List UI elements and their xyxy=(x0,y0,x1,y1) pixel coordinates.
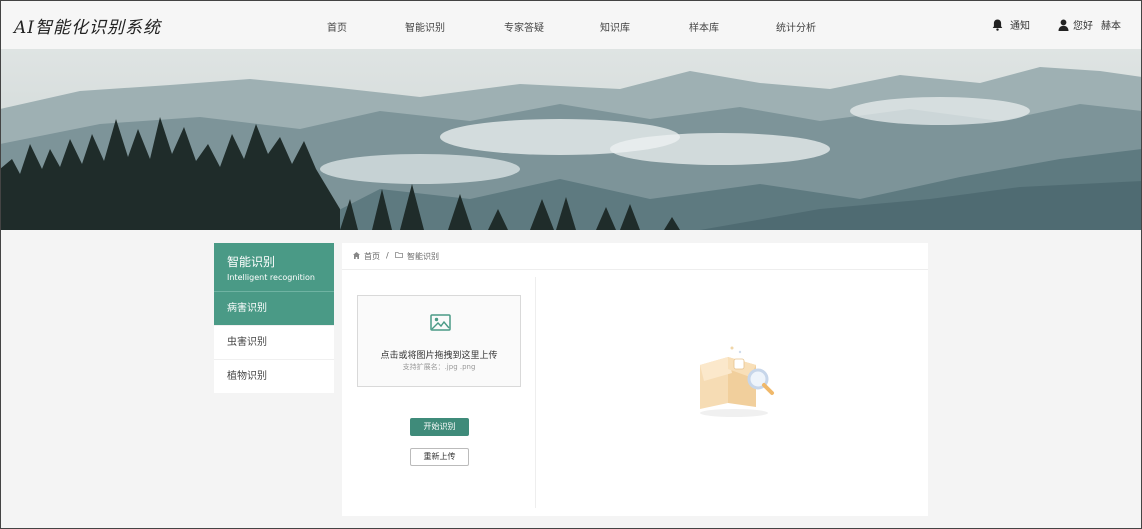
sidebar-item-plant-recognition[interactable]: 植物识别 xyxy=(214,359,334,393)
image-icon xyxy=(430,314,451,331)
folder-icon xyxy=(395,252,403,258)
user-icon xyxy=(1058,19,1069,31)
breadcrumb-home[interactable]: 首页 xyxy=(364,251,380,262)
breadcrumb-current: 智能识别 xyxy=(407,252,439,261)
sidebar-title: 智能识别 xyxy=(227,255,276,269)
upload-instruction: 点击或将图片拖拽到这里上传 xyxy=(380,351,498,361)
sidebar-item-pest-recognition[interactable]: 虫害识别 xyxy=(214,325,334,359)
mountain-landscape-image xyxy=(0,49,1142,230)
recognition-panel: 首页 / 智能识别 点击或将图片拖拽到这里上传 支持扩展名：.jpg .png … xyxy=(342,243,928,516)
nav-item-smart-recognition[interactable]: 智能识别 xyxy=(405,19,445,34)
panel-divider xyxy=(535,277,536,508)
main-nav: 首页 智能识别 专家答疑 知识库 样本库 统计分析 xyxy=(0,19,1142,35)
nav-item-home[interactable]: 首页 xyxy=(327,19,347,34)
start-recognition-button[interactable]: 开始识别 xyxy=(410,418,469,436)
bell-icon xyxy=(992,19,1003,31)
breadcrumb: 首页 / 智能识别 xyxy=(342,243,928,270)
empty-box-icon xyxy=(700,346,774,417)
sidebar: 智能识别 Intelligent recognition 病害识别 虫害识别 植… xyxy=(214,243,334,393)
top-header: AI智能化识别系统 首页 智能识别 专家答疑 知识库 样本库 统计分析 通知 您… xyxy=(0,0,1142,50)
upload-hint: 支持扩展名：.jpg .png xyxy=(402,363,476,371)
greeting-text: 您好 xyxy=(1073,21,1093,32)
home-icon xyxy=(353,252,360,259)
sidebar-item-disease-recognition[interactable]: 病害识别 xyxy=(214,291,334,325)
sidebar-header: 智能识别 Intelligent recognition xyxy=(214,243,334,291)
notify-label: 通知 xyxy=(1010,21,1030,32)
notifications-link[interactable]: 通知 xyxy=(992,17,1030,32)
username: 赫本 xyxy=(1101,21,1121,32)
sidebar-subtitle: Intelligent recognition xyxy=(227,273,315,282)
nav-item-knowledge-base[interactable]: 知识库 xyxy=(600,19,630,34)
image-upload-dropzone[interactable]: 点击或将图片拖拽到这里上传 支持扩展名：.jpg .png xyxy=(357,295,521,387)
reupload-button[interactable]: 重新上传 xyxy=(410,448,469,466)
hero-banner xyxy=(0,49,1142,230)
user-menu[interactable]: 您好 赫本 xyxy=(1058,17,1121,32)
nav-item-sample-library[interactable]: 样本库 xyxy=(689,19,719,34)
breadcrumb-separator: / xyxy=(386,251,389,260)
nav-item-statistics[interactable]: 统计分析 xyxy=(776,19,816,34)
nav-item-expert-qa[interactable]: 专家答疑 xyxy=(504,19,544,34)
